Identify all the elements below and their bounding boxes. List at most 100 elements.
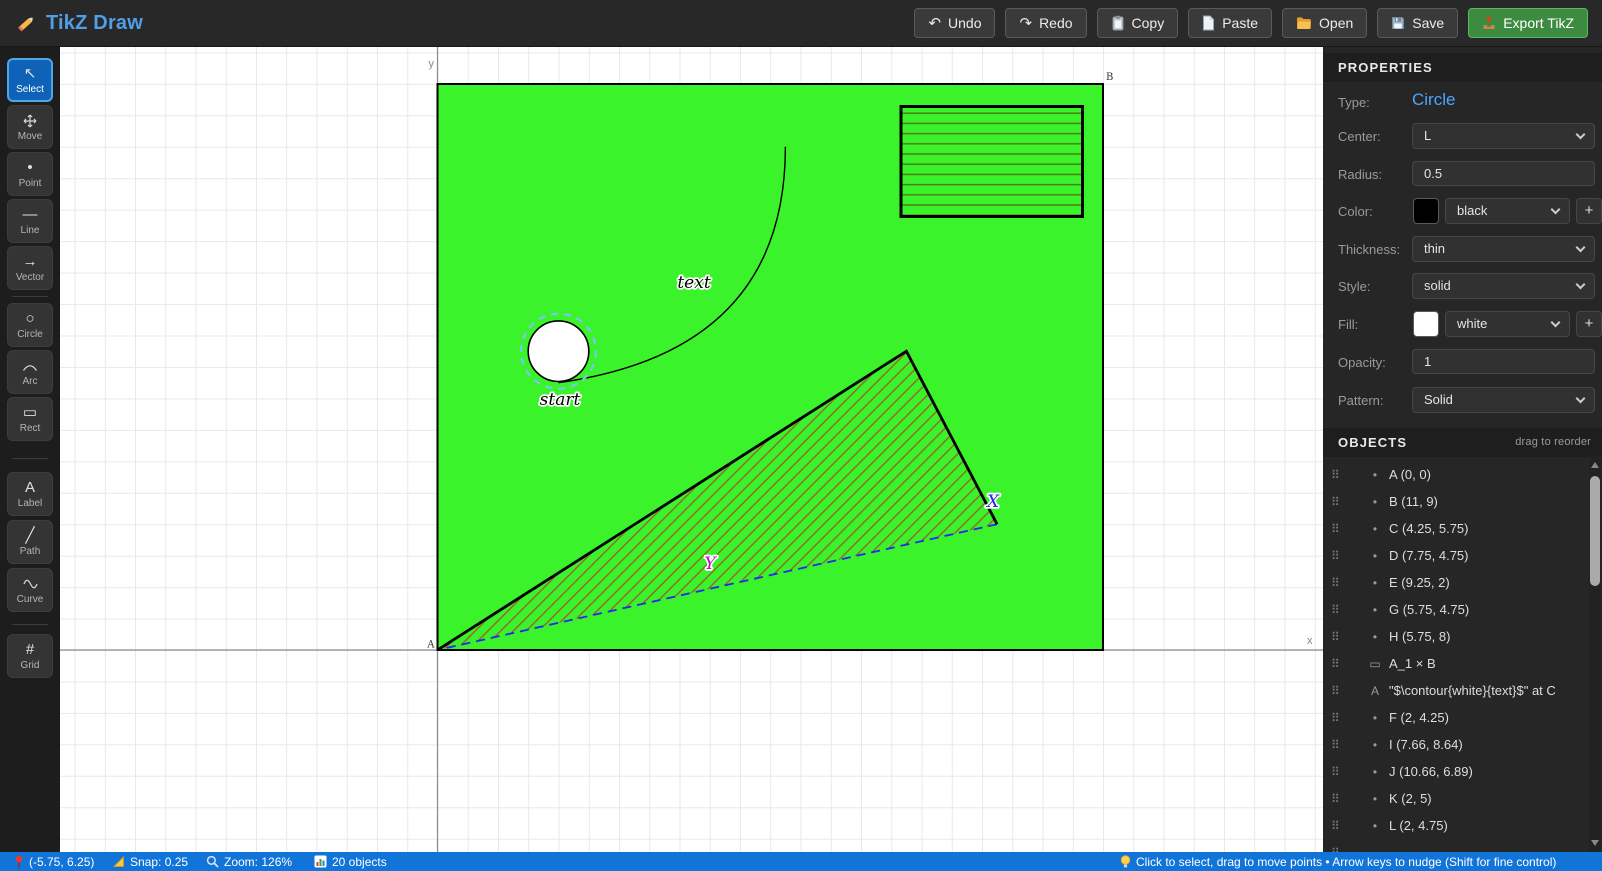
object-type-icon: • [1372,467,1378,482]
scrollbar-thumb[interactable] [1590,476,1600,586]
export-tikz-button[interactable]: Export TikZ [1468,8,1588,38]
tool-curve[interactable]: Curve [7,568,53,612]
tool-point[interactable]: • Point [7,152,53,196]
redo-button-label: Redo [1039,15,1073,31]
open-button[interactable]: Open [1282,8,1368,38]
selected-circle[interactable] [527,320,590,383]
chevron-down-icon [1575,129,1586,140]
x-point-label[interactable]: X [983,490,1001,513]
canvas-area[interactable]: text start X Y A B y x [60,47,1323,852]
object-type-icon: • [1372,737,1378,752]
zoom-indicator: Zoom: 126% [206,852,292,871]
y-axis-label: y [429,58,435,70]
tool-path[interactable]: ╱ Path [7,520,53,564]
tool-move[interactable]: Move [7,105,53,149]
object-label: "$\contour{white}{text}$" at C [1389,683,1556,698]
tool-line-label: Line [20,224,40,236]
cursor-coordinates: (-5.75, 6.25) [14,852,94,871]
pattern-select[interactable]: Solid [1412,387,1595,413]
drag-handle-icon[interactable]: ⠿ [1331,630,1340,644]
tool-rect[interactable]: ▭ Rect [7,397,53,441]
object-label: E (9.25, 2) [1389,575,1450,590]
object-row[interactable]: ⠿ • G (5.75, 4.75) [1323,596,1587,623]
add-color-button[interactable]: + [1576,198,1602,224]
tool-line[interactable]: — Line [7,199,53,243]
object-type-icon: • [1372,575,1378,590]
corner-b-label: B [1106,72,1113,83]
drag-handle-icon[interactable]: ⠿ [1331,711,1340,725]
chevron-down-icon [1550,317,1561,328]
fill-swatch[interactable] [1413,311,1439,337]
scroll-up-arrow-icon[interactable] [1591,462,1599,468]
redo-button[interactable]: ↷ Redo [1005,8,1087,38]
drag-handle-icon[interactable]: ⠿ [1331,549,1340,563]
object-row[interactable]: ⠿ • D (7.75, 4.75) [1323,542,1587,569]
object-row[interactable]: ⠿ • C (4.25, 5.75) [1323,515,1587,542]
undo-button[interactable]: ↶ Undo [914,8,996,38]
drawing-canvas[interactable]: text start X Y A B y x [60,47,1323,852]
tool-label[interactable]: A Label [7,472,53,516]
save-button[interactable]: Save [1377,8,1459,38]
start-annotation[interactable]: start [538,388,582,411]
add-fill-button[interactable]: + [1576,311,1602,337]
object-row[interactable]: ⠿ • I (7.66, 8.64) [1323,731,1587,758]
radius-input[interactable] [1412,161,1595,186]
toolbar-divider [12,624,48,625]
object-row[interactable]: ⠿ ▭ A_1 × B [1323,650,1587,677]
floppy-icon [1391,16,1405,30]
pin-icon [14,855,24,869]
color-select[interactable]: black [1445,198,1570,224]
tool-select[interactable]: ↖ Select [7,58,53,102]
object-row[interactable]: ⠿ • A (0, 0) [1323,461,1587,488]
copy-button[interactable]: Copy [1096,8,1179,38]
tool-vector[interactable]: → Vector [7,246,53,290]
thickness-select[interactable]: thin [1412,236,1595,262]
tool-arc[interactable]: Arc [7,350,53,394]
drag-handle-icon[interactable]: ⠿ [1331,819,1340,833]
object-row[interactable]: ⠿ • H (5.75, 8) [1323,623,1587,650]
drag-handle-icon[interactable]: ⠿ [1331,495,1340,509]
property-row-style: Style: solid [1338,273,1595,300]
object-row[interactable]: ⠿ • E (9.25, 2) [1323,569,1587,596]
paste-button-label: Paste [1222,15,1259,31]
color-swatch[interactable] [1413,198,1439,224]
drag-handle-icon[interactable]: ⠿ [1331,765,1340,779]
object-row[interactable]: ⠿ • B (11, 9) [1323,488,1587,515]
drag-handle-icon[interactable]: ⠿ [1331,576,1340,590]
object-row[interactable]: ⠿ • K (2, 5) [1323,785,1587,812]
drag-handle-icon[interactable]: ⠿ [1331,738,1340,752]
drag-handle-icon[interactable]: ⠿ [1331,657,1340,671]
status-bar: (-5.75, 6.25) Snap: 0.25 Zoom: 126% 20 o… [0,852,1602,871]
paste-button[interactable]: Paste [1188,8,1273,38]
drag-handle-icon[interactable]: ⠿ [1331,684,1340,698]
object-row[interactable]: ⠿ • F (2, 4.25) [1323,704,1587,731]
drag-handle-icon[interactable]: ⠿ [1331,792,1340,806]
export-tray-icon [1482,16,1496,30]
tikz-draw-app: TikZ Draw ↶ Undo ↷ Redo Copy Paste Open … [0,0,1602,871]
tool-circle-label: Circle [17,328,43,340]
object-row[interactable]: ⠿ [1323,839,1587,853]
style-select[interactable]: solid [1412,273,1595,299]
hatched-rectangle[interactable] [899,105,1084,218]
object-row[interactable]: ⠿ • J (10.66, 6.89) [1323,758,1587,785]
drag-handle-icon[interactable]: ⠿ [1331,468,1340,482]
text-annotation[interactable]: text [676,271,713,294]
toolbar-divider [12,458,48,459]
redo-arrow-icon: ↷ [1019,15,1033,32]
drag-handle-icon[interactable]: ⠿ [1331,603,1340,617]
object-row[interactable]: ⠿ A "$\contour{white}{text}$" at C [1323,677,1587,704]
tool-grid[interactable]: # Grid [7,634,53,678]
center-label: Center: [1338,129,1381,144]
tool-curve-label: Curve [16,593,44,605]
object-label: H (5.75, 8) [1389,629,1451,644]
drag-handle-icon[interactable]: ⠿ [1331,522,1340,536]
center-select[interactable]: L [1412,123,1595,149]
objects-scrollbar[interactable] [1589,456,1601,852]
opacity-input[interactable] [1412,349,1595,374]
object-row[interactable]: ⠿ • L (2, 4.75) [1323,812,1587,839]
scroll-down-arrow-icon[interactable] [1591,840,1599,846]
fill-select[interactable]: white [1445,311,1570,337]
y-edge-label[interactable]: Y [703,552,719,575]
color-label: Color: [1338,204,1373,219]
tool-circle[interactable]: ○ Circle [7,303,53,347]
